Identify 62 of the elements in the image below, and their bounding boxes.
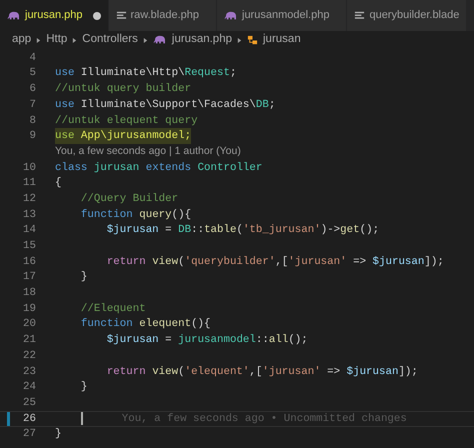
code-line: $jurusan = jurusanmodel::all(); bbox=[106, 333, 308, 348]
line-number: 14 bbox=[22, 223, 36, 238]
code-line: //untuk elequent query bbox=[55, 114, 198, 128]
editor-tab[interactable]: jurusan.php bbox=[0, 0, 108, 31]
editor-tab[interactable]: raw.blade.php bbox=[108, 0, 217, 31]
code-line: } bbox=[80, 270, 88, 286]
line-number: 17 bbox=[22, 270, 36, 286]
line-number: 15 bbox=[22, 239, 36, 254]
elephant-icon bbox=[152, 35, 167, 45]
elephant-icon bbox=[224, 10, 238, 20]
breadcrumb-item[interactable]: Controllers bbox=[82, 31, 138, 49]
line-number: 19 bbox=[22, 302, 36, 317]
line-number: 9 bbox=[28, 129, 36, 144]
lines-icon bbox=[354, 10, 366, 21]
line-number: 7 bbox=[28, 98, 36, 113]
chevron-icon bbox=[142, 36, 148, 44]
line-number: 22 bbox=[22, 348, 36, 364]
breadcrumb-item[interactable]: app bbox=[12, 31, 32, 49]
line-number: 23 bbox=[22, 364, 36, 380]
line-number: 16 bbox=[22, 254, 36, 270]
elephant-icon bbox=[7, 10, 21, 20]
line-number: 24 bbox=[22, 380, 36, 396]
line-number: 8 bbox=[28, 114, 36, 128]
blame-annotation: You, a few seconds ago • Uncommitted changes bbox=[122, 412, 407, 427]
code-line: class jurusan extends Controller bbox=[55, 160, 262, 176]
code-line: //Query Builder bbox=[80, 192, 178, 207]
code-line: { bbox=[55, 176, 62, 192]
line-number: 6 bbox=[28, 82, 36, 98]
code-line: return view('querybuilder',['jurusan' => $jurusan]); bbox=[106, 254, 444, 270]
code-line: use Illuminate\Http\Request; bbox=[55, 66, 236, 82]
code-line: function elequent(){ bbox=[80, 317, 211, 332]
line-number: 26 bbox=[22, 412, 36, 427]
breadcrumb-item[interactable]: jurusan bbox=[263, 31, 301, 49]
breadcrumb-item[interactable]: jurusan.php bbox=[172, 31, 232, 49]
line-number: 25 bbox=[22, 396, 36, 411]
line-number: 27 bbox=[22, 427, 36, 442]
code-line: $jurusan = DB::table('tb_jurusan')->get(); bbox=[106, 223, 380, 238]
code-line: } bbox=[80, 380, 88, 396]
line-number: 12 bbox=[22, 192, 36, 207]
line-number: 5 bbox=[28, 66, 36, 82]
editor-tab[interactable]: jurusanmodel.php bbox=[217, 0, 348, 31]
line-number: 13 bbox=[22, 208, 36, 223]
code-line: return view('elequent',['jurusan' => $jurusan]); bbox=[106, 364, 418, 380]
chevron-icon bbox=[237, 36, 242, 44]
lines-icon bbox=[116, 10, 126, 21]
line-number: 10 bbox=[22, 160, 36, 176]
code-line: //Elequent bbox=[80, 302, 146, 317]
codelens-text: You, a few seconds ago | 1 author (You) bbox=[55, 144, 241, 160]
chevron-icon bbox=[36, 36, 42, 44]
class-icon bbox=[247, 34, 258, 46]
code-line: function query(){ bbox=[80, 208, 192, 223]
line-number: 21 bbox=[22, 333, 36, 348]
line-number: 18 bbox=[22, 286, 36, 302]
chevron-icon bbox=[72, 36, 78, 44]
code-line: //untuk query builder bbox=[55, 82, 192, 98]
line-number: 20 bbox=[22, 317, 36, 332]
line-number: 4 bbox=[28, 50, 36, 66]
line-number: 11 bbox=[22, 176, 36, 192]
editor-tab[interactable]: querybuilder.blade bbox=[347, 0, 468, 31]
code-line: use Illuminate\Support\Facades\DB; bbox=[55, 98, 276, 113]
code-line: } bbox=[55, 427, 62, 442]
breadcrumb-item[interactable]: Http bbox=[46, 31, 68, 49]
